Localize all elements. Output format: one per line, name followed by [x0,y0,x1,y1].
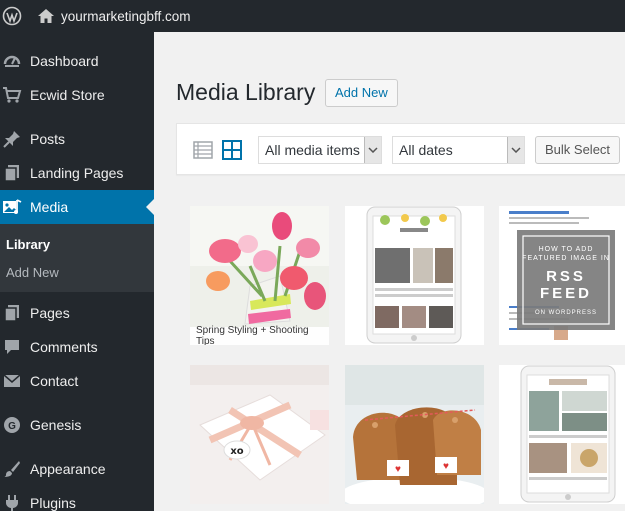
media-thumbnail[interactable] [499,365,625,504]
cart-icon [2,85,22,105]
media-submenu: Library Add New [0,224,154,292]
tablet-mockup-image [345,206,484,345]
envelope-icon [2,371,22,391]
main-content: Media Library Add New All media items Al… [154,32,625,511]
grid-view-icon[interactable] [222,140,242,160]
media-thumbnail[interactable] [345,206,484,345]
menu-item-ecwid-store[interactable]: Ecwid Store [0,78,154,112]
plugin-icon [2,493,22,511]
chevron-down-icon [364,137,381,163]
media-thumbnail[interactable]: xo [190,365,329,504]
svg-text:♥: ♥ [395,464,401,475]
menu-item-pages[interactable]: Pages [0,296,154,330]
chevron-down-icon [507,137,524,163]
media-type-filter[interactable]: All media items [258,136,382,164]
comment-icon [2,337,22,357]
admin-menu: Dashboard Ecwid Store Posts Landing Page… [0,32,154,511]
submenu-item-library[interactable]: Library [0,230,154,258]
gift-box-image: xo [190,365,329,504]
menu-item-plugins[interactable]: Plugins [0,486,154,511]
menu-item-contact[interactable]: Contact [0,364,154,398]
home-icon[interactable] [37,7,55,25]
genesis-icon: G [2,415,22,435]
blog-tablet-mockup-image [499,365,625,504]
page-icon [2,163,22,183]
menu-item-dashboard[interactable]: Dashboard [0,44,154,78]
thumbnail-caption: Spring Styling + Shooting Tips [190,325,329,345]
date-filter-value: All dates [399,142,453,158]
media-toolbar: All media items All dates Bulk Select [176,123,625,175]
svg-text:G: G [8,421,16,432]
pages-icon [2,303,22,323]
menu-item-genesis[interactable]: G Genesis [0,408,154,442]
rss-overlay-text: HOW TO ADD FEATURED IMAGE IN RSS FEED ON… [522,246,610,316]
media-icon [2,197,22,217]
date-filter[interactable]: All dates [392,136,525,164]
menu-item-posts[interactable]: Posts [0,122,154,156]
page-title: Media Library [176,79,316,105]
menu-item-landing-pages[interactable]: Landing Pages [0,156,154,190]
admin-bar: yourmarketingbff.com [0,0,625,32]
wordpress-logo-icon[interactable] [1,5,23,27]
paintbrush-icon [2,459,22,479]
media-thumbnail[interactable]: Spring Styling + Shooting Tips [190,206,329,345]
menu-item-media[interactable]: Media [0,190,154,224]
list-view-icon[interactable] [193,140,213,160]
muffins-image: ♥ ♥ [345,365,484,504]
bulk-select-button[interactable]: Bulk Select [535,136,621,164]
site-name-link[interactable]: yourmarketingbff.com [61,9,191,24]
menu-item-comments[interactable]: Comments [0,330,154,364]
dashboard-icon [2,51,22,71]
menu-item-appearance[interactable]: Appearance [0,452,154,486]
media-thumbnail[interactable]: ♥ ♥ [345,365,484,504]
svg-text:xo: xo [230,446,243,457]
pushpin-icon [2,129,22,149]
add-new-button[interactable]: Add New [325,79,398,107]
media-thumbnail[interactable]: HOW TO ADD FEATURED IMAGE IN RSS FEED ON… [499,206,625,345]
submenu-item-add-new[interactable]: Add New [0,258,154,286]
media-type-filter-value: All media items [265,142,360,158]
svg-text:♥: ♥ [443,461,449,472]
